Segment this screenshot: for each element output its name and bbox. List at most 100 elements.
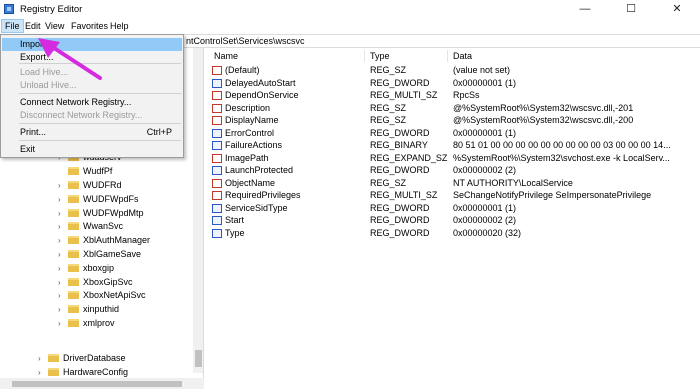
tree-item-label: DriverDatabase bbox=[63, 353, 126, 363]
value-data: 0x00000001 (1) bbox=[453, 202, 517, 213]
value-data: @%SystemRoot%\System32\wscsvc.dll,-200 bbox=[453, 115, 634, 125]
value-row[interactable]: ServiceSidType REG_DWORD 0x00000001 (1) bbox=[206, 202, 700, 215]
tree-item[interactable]: › xinputhid bbox=[58, 303, 119, 316]
tree-item[interactable]: › XboxGipSvc bbox=[58, 276, 133, 289]
value-type: REG_SZ bbox=[370, 102, 407, 113]
tree-item[interactable]: › XblAuthManager bbox=[58, 234, 150, 247]
value-row[interactable]: DependOnService REG_MULTI_SZ RpcSs bbox=[206, 89, 700, 102]
expand-chevron-icon[interactable]: › bbox=[58, 179, 68, 192]
value-type: REG_SZ bbox=[370, 177, 407, 188]
tree-item[interactable]: › WUDFWpdMtp bbox=[58, 207, 144, 220]
value-type: REG_DWORD bbox=[370, 127, 430, 138]
tree-item-label: XboxNetApiSvc bbox=[83, 290, 146, 301]
value-row[interactable]: ImagePath REG_EXPAND_SZ %SystemRoot%\Syste… bbox=[206, 152, 700, 165]
tree-item-label: XblGameSave bbox=[83, 249, 142, 259]
tree-vertical-scroll-thumb[interactable] bbox=[195, 350, 202, 367]
value-type: REG_DWORD bbox=[370, 165, 430, 175]
folder-icon bbox=[68, 291, 79, 300]
tree-item[interactable]: › WUDFWpdFs bbox=[58, 193, 139, 206]
exit-menu-item[interactable]: Exit bbox=[2, 143, 182, 156]
binary-value-icon bbox=[212, 78, 222, 88]
folder-icon bbox=[48, 354, 59, 362]
column-separator[interactable] bbox=[364, 50, 365, 62]
expand-chevron-icon[interactable]: › bbox=[58, 276, 68, 289]
binary-value-icon bbox=[212, 203, 222, 213]
string-value-icon bbox=[212, 116, 222, 125]
folder-icon bbox=[68, 181, 79, 189]
tree-item[interactable]: › WUDFRd bbox=[58, 179, 122, 192]
tree-item[interactable]: › XboxNetApiSvc bbox=[58, 289, 146, 302]
value-data: 0x00000020 (32) bbox=[453, 227, 522, 238]
string-value-icon bbox=[212, 178, 222, 188]
folder-icon bbox=[68, 222, 79, 231]
tree-item[interactable]: › WwanSvc bbox=[58, 220, 123, 233]
tree-item-label: xmlprov bbox=[83, 318, 115, 328]
tree-item[interactable]: › XblGameSave bbox=[58, 248, 141, 261]
value-name: Start bbox=[225, 215, 245, 225]
expand-chevron-icon[interactable]: › bbox=[58, 234, 68, 247]
menu-view[interactable]: View bbox=[42, 19, 67, 33]
menu-file[interactable]: File bbox=[1, 19, 24, 33]
column-header-data[interactable]: Data bbox=[453, 50, 472, 63]
column-header-type[interactable]: Type bbox=[370, 50, 390, 63]
value-row[interactable]: DisplayName REG_SZ @%SystemRoot%\System32\… bbox=[206, 114, 700, 127]
value-row[interactable]: ObjectName REG_SZ NT AUTHORITY\LocalServic… bbox=[206, 177, 700, 190]
menu-separator bbox=[19, 93, 181, 94]
expand-chevron-icon[interactable]: › bbox=[58, 289, 68, 302]
connect-network-registry-menu-item[interactable]: Connect Network Registry... bbox=[2, 96, 182, 109]
menu-help[interactable]: Help bbox=[107, 19, 132, 33]
value-row[interactable]: Description REG_SZ @%SystemRoot%\System32\… bbox=[206, 102, 700, 115]
expand-chevron-icon[interactable]: › bbox=[38, 352, 48, 365]
value-row[interactable]: ErrorControl REG_DWORD 0x00000001 (1) bbox=[206, 127, 700, 140]
close-button[interactable]: ✕ bbox=[654, 0, 700, 18]
value-name: RequiredPrivileges bbox=[225, 190, 301, 200]
binary-value-icon bbox=[212, 216, 222, 225]
tree-item-label: WUDFWpdFs bbox=[83, 193, 139, 204]
folder-icon bbox=[68, 250, 79, 258]
folder-icon bbox=[48, 367, 59, 376]
tree-item[interactable]: › DriverDatabase bbox=[38, 352, 126, 365]
print-menu-item[interactable]: Print... Ctrl+P bbox=[2, 126, 182, 139]
value-row[interactable]: Type REG_DWORD 0x00000020 (32) bbox=[206, 227, 700, 240]
expand-chevron-icon[interactable]: › bbox=[58, 303, 68, 316]
tree-vertical-scrollbar[interactable] bbox=[193, 48, 203, 373]
tree-item[interactable]: WudfPf bbox=[58, 165, 112, 178]
tree-horizontal-scroll-thumb[interactable] bbox=[12, 381, 182, 387]
value-data: 80 51 01 00 00 00 00 00 00 00 00 00 03 0… bbox=[453, 140, 671, 150]
column-header-name[interactable]: Name bbox=[214, 50, 238, 63]
expand-chevron-icon[interactable]: › bbox=[58, 317, 68, 330]
binary-value-icon bbox=[212, 141, 222, 150]
value-type: REG_SZ bbox=[370, 115, 407, 125]
minimize-button[interactable]: — bbox=[562, 0, 608, 18]
tree-item[interactable]: › HardwareConfig bbox=[38, 366, 128, 379]
folder-icon bbox=[68, 277, 79, 286]
tree-item[interactable]: › xboxgip bbox=[58, 262, 114, 275]
tree-item[interactable]: › xmlprov bbox=[58, 317, 115, 330]
maximize-button[interactable]: ☐ bbox=[608, 0, 654, 18]
expand-chevron-icon[interactable]: › bbox=[58, 248, 68, 261]
menu-edit[interactable]: Edit bbox=[22, 19, 44, 33]
tree-item-label: WUDFWpdMtp bbox=[83, 207, 144, 218]
value-name: ServiceSidType bbox=[225, 202, 288, 213]
value-type: REG_SZ bbox=[370, 65, 407, 75]
value-row[interactable]: LaunchProtected REG_DWORD 0x00000002 (2) bbox=[206, 164, 700, 177]
menu-item-label: Exit bbox=[20, 144, 36, 154]
value-type: REG_DWORD bbox=[370, 215, 430, 225]
folder-icon bbox=[68, 208, 79, 217]
expand-chevron-icon[interactable]: › bbox=[58, 207, 68, 220]
expand-chevron-icon[interactable]: › bbox=[58, 220, 68, 233]
value-data: @%SystemRoot%\System32\wscsvc.dll,-201 bbox=[453, 102, 634, 113]
value-row[interactable]: Start REG_DWORD 0x00000002 (2) bbox=[206, 214, 700, 227]
value-row[interactable]: RequiredPrivileges REG_MULTI_SZ SeChangeNo… bbox=[206, 189, 700, 202]
disconnect-network-registry-menu-item[interactable]: Disconnect Network Registry... bbox=[2, 109, 182, 122]
expand-chevron-icon[interactable]: › bbox=[58, 193, 68, 206]
value-row[interactable]: DelayedAutoStart REG_DWORD 0x00000001 (1) bbox=[206, 77, 700, 90]
menu-item-shortcut: Ctrl+P bbox=[146, 127, 172, 137]
value-row[interactable]: FailureActions REG_BINARY 80 51 01 00 00 0… bbox=[206, 139, 700, 152]
value-row[interactable]: (Default) REG_SZ (value not set) bbox=[206, 64, 700, 77]
expand-chevron-icon[interactable]: › bbox=[38, 366, 48, 379]
column-separator[interactable] bbox=[447, 50, 448, 62]
expand-chevron-icon[interactable]: › bbox=[58, 262, 68, 275]
menu-favorites[interactable]: Favorites bbox=[68, 19, 111, 33]
value-name: LaunchProtected bbox=[225, 165, 294, 175]
